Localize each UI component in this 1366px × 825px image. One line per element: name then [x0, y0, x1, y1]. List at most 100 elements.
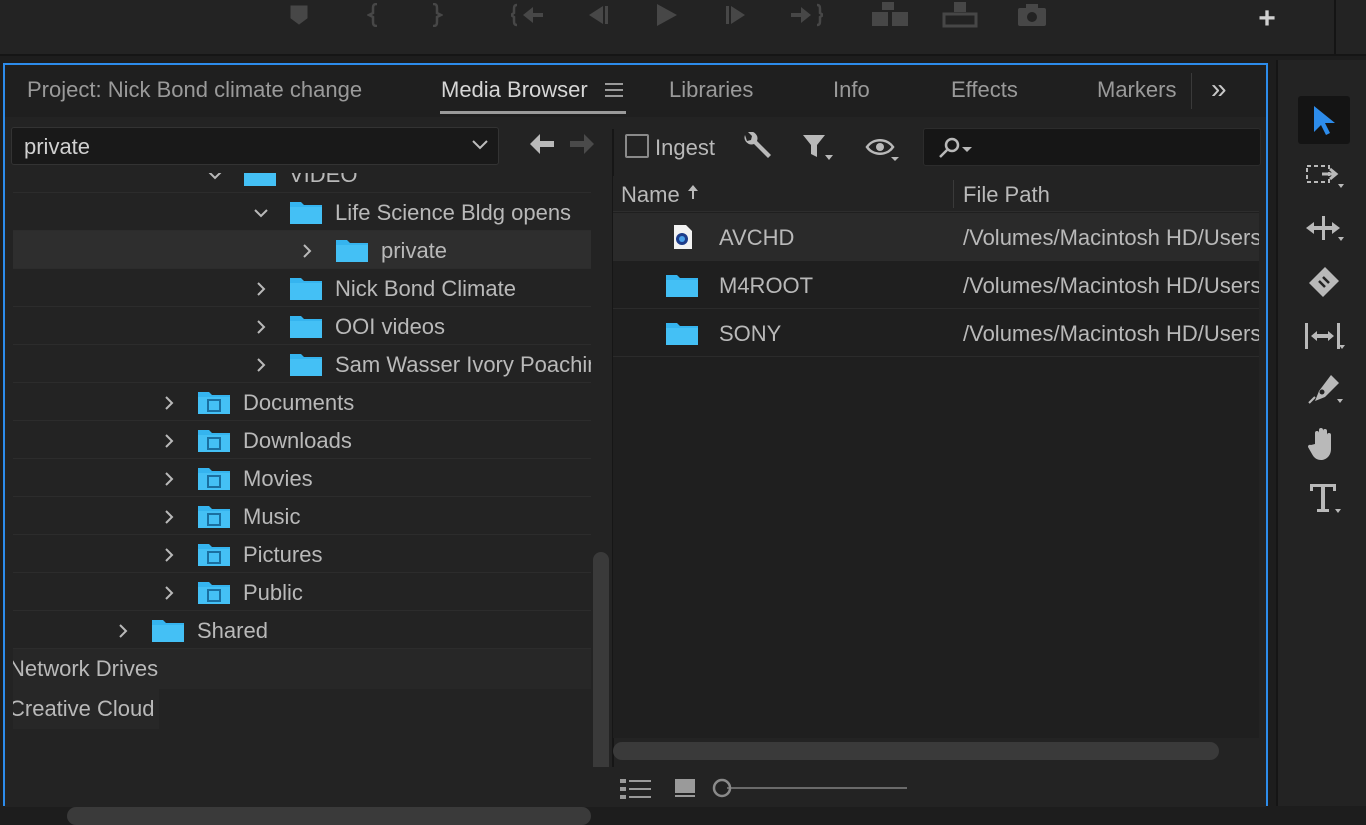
public-folder-icon: [198, 582, 230, 604]
chevron-right-icon[interactable]: [161, 433, 177, 449]
chevron-right-icon[interactable]: [253, 319, 269, 335]
tab-libraries[interactable]: Libraries: [669, 77, 753, 103]
list-item-path: /Volumes/Macintosh HD/Users: [963, 225, 1259, 250]
tree-item[interactable]: VIDEO: [13, 173, 591, 193]
tree-vertical-scrollbar[interactable]: [593, 552, 609, 800]
tree-item-label: private: [381, 238, 448, 263]
tree-item[interactable]: Pictures: [13, 535, 591, 573]
tree-item[interactable]: Shared: [13, 611, 591, 649]
column-header-name[interactable]: Name: [621, 182, 680, 208]
search-input[interactable]: [923, 128, 1261, 166]
add-marker-icon[interactable]: [286, 0, 312, 30]
column-header-file-path[interactable]: File Path: [963, 182, 1050, 208]
tree-item-label: VIDEO: [289, 173, 358, 187]
chevron-right-icon[interactable]: [253, 281, 269, 297]
panel-menu-icon[interactable]: [605, 83, 623, 97]
tab-overflow-button[interactable]: »: [1211, 73, 1227, 105]
tree-item[interactable]: Life Science Bldg opens: [13, 193, 591, 231]
chevron-right-icon[interactable]: [253, 357, 269, 373]
tree-horizontal-scrollbar[interactable]: [67, 807, 591, 825]
list-view-icon[interactable]: [619, 777, 653, 801]
go-to-in-icon[interactable]: [510, 0, 546, 30]
chevron-right-icon[interactable]: [161, 509, 177, 525]
folder-icon: [152, 620, 184, 642]
zoom-slider[interactable]: [711, 778, 911, 798]
sort-ascending-icon[interactable]: [687, 184, 699, 200]
avchd-file-icon: [674, 225, 692, 249]
list-item[interactable]: M4ROOT/Volumes/Macintosh HD/Users: [613, 261, 1259, 309]
folder-icon: [290, 316, 322, 338]
chevron-right-icon[interactable]: [161, 471, 177, 487]
file-list: Name File Path AVCHD/Volumes/Macintosh H…: [613, 176, 1259, 738]
mark-out-icon[interactable]: [426, 0, 448, 30]
view-eye-icon[interactable]: [865, 137, 899, 161]
icon-view-icon[interactable]: [673, 777, 697, 799]
pen-icon[interactable]: [1298, 366, 1350, 414]
panel-footer: [5, 767, 1266, 807]
filter-icon[interactable]: [801, 133, 833, 163]
tree-item-label: Music: [243, 504, 301, 529]
razor-icon[interactable]: [1298, 258, 1350, 306]
tree-item-label: Sam Wasser Ivory Poachin: [335, 352, 591, 377]
ingest-checkbox[interactable]: [625, 134, 649, 158]
tree-group-header[interactable]: Network Drives: [13, 649, 591, 689]
tab-effects[interactable]: Effects: [951, 77, 1018, 103]
chevron-down-icon[interactable]: [207, 173, 223, 183]
tab-info[interactable]: Info: [833, 77, 870, 103]
wrench-icon[interactable]: [741, 132, 773, 162]
add-button[interactable]: +: [1252, 2, 1282, 35]
chevron-right-icon[interactable]: [161, 547, 177, 563]
mark-in-icon[interactable]: [362, 0, 384, 30]
ripple-edit-icon[interactable]: [1298, 204, 1350, 252]
folder-icon: [336, 240, 368, 262]
slip-icon[interactable]: [1298, 312, 1350, 360]
tree-group-header[interactable]: Creative Cloud: [13, 689, 159, 729]
selection-tool-icon[interactable]: [1298, 96, 1350, 144]
folder-icon: [666, 275, 698, 297]
location-dropdown[interactable]: private: [11, 127, 499, 165]
tree-item[interactable]: Documents: [13, 383, 591, 421]
tree-item-label: Pictures: [243, 542, 323, 567]
column-separator[interactable]: [953, 180, 954, 208]
tree-item[interactable]: Music: [13, 497, 591, 535]
tree-item[interactable]: Downloads: [13, 421, 591, 459]
tree-item[interactable]: Sam Wasser Ivory Poachin: [13, 345, 591, 383]
panel-tab-bar: Project: Nick Bond climate change Media …: [5, 65, 1266, 117]
tree-item[interactable]: Team Projects Versions: [13, 731, 591, 733]
export-frame-icon[interactable]: [1014, 0, 1050, 30]
tree-item[interactable]: Movies: [13, 459, 591, 497]
chevron-right-icon[interactable]: [115, 623, 131, 639]
hand-icon[interactable]: [1298, 420, 1350, 468]
chevron-down-icon[interactable]: [253, 205, 269, 221]
forward-arrow-icon[interactable]: [569, 133, 595, 155]
tab-markers[interactable]: Markers: [1097, 77, 1176, 103]
tree-item[interactable]: private: [13, 231, 591, 269]
insert-icon[interactable]: [868, 0, 912, 30]
tree-item[interactable]: Public: [13, 573, 591, 611]
tree-item-label: Movies: [243, 466, 313, 491]
tab-project[interactable]: Project: Nick Bond climate change: [27, 77, 362, 103]
folder-icon: [244, 173, 276, 186]
tree-item[interactable]: Nick Bond Climate: [13, 269, 591, 307]
step-back-icon[interactable]: [580, 0, 612, 30]
chevron-right-icon[interactable]: [161, 585, 177, 601]
list-item[interactable]: SONY/Volumes/Macintosh HD/Users: [613, 309, 1259, 357]
downloads-folder-icon: [198, 430, 230, 452]
pictures-folder-icon: [198, 544, 230, 566]
chevron-right-icon[interactable]: [161, 395, 177, 411]
track-select-forward-icon[interactable]: [1298, 150, 1350, 198]
folder-tree: VIDEO Life Science Bldg opens private Nick …: [13, 173, 591, 733]
go-to-out-icon[interactable]: [788, 0, 824, 30]
type-icon[interactable]: [1298, 474, 1350, 522]
back-arrow-icon[interactable]: [529, 133, 555, 155]
list-item[interactable]: AVCHD/Volumes/Macintosh HD/Users: [613, 213, 1259, 261]
tree-item-label: Public: [243, 580, 303, 605]
play-icon[interactable]: [650, 0, 682, 30]
chevron-right-icon[interactable]: [299, 243, 315, 259]
list-horizontal-scrollbar[interactable]: [613, 742, 1219, 760]
overwrite-icon[interactable]: [938, 0, 982, 30]
tree-item[interactable]: OOI videos: [13, 307, 591, 345]
tab-media-browser[interactable]: Media Browser: [441, 77, 588, 103]
tree-group-label: Network Drives: [13, 656, 159, 681]
step-forward-icon[interactable]: [722, 0, 754, 30]
